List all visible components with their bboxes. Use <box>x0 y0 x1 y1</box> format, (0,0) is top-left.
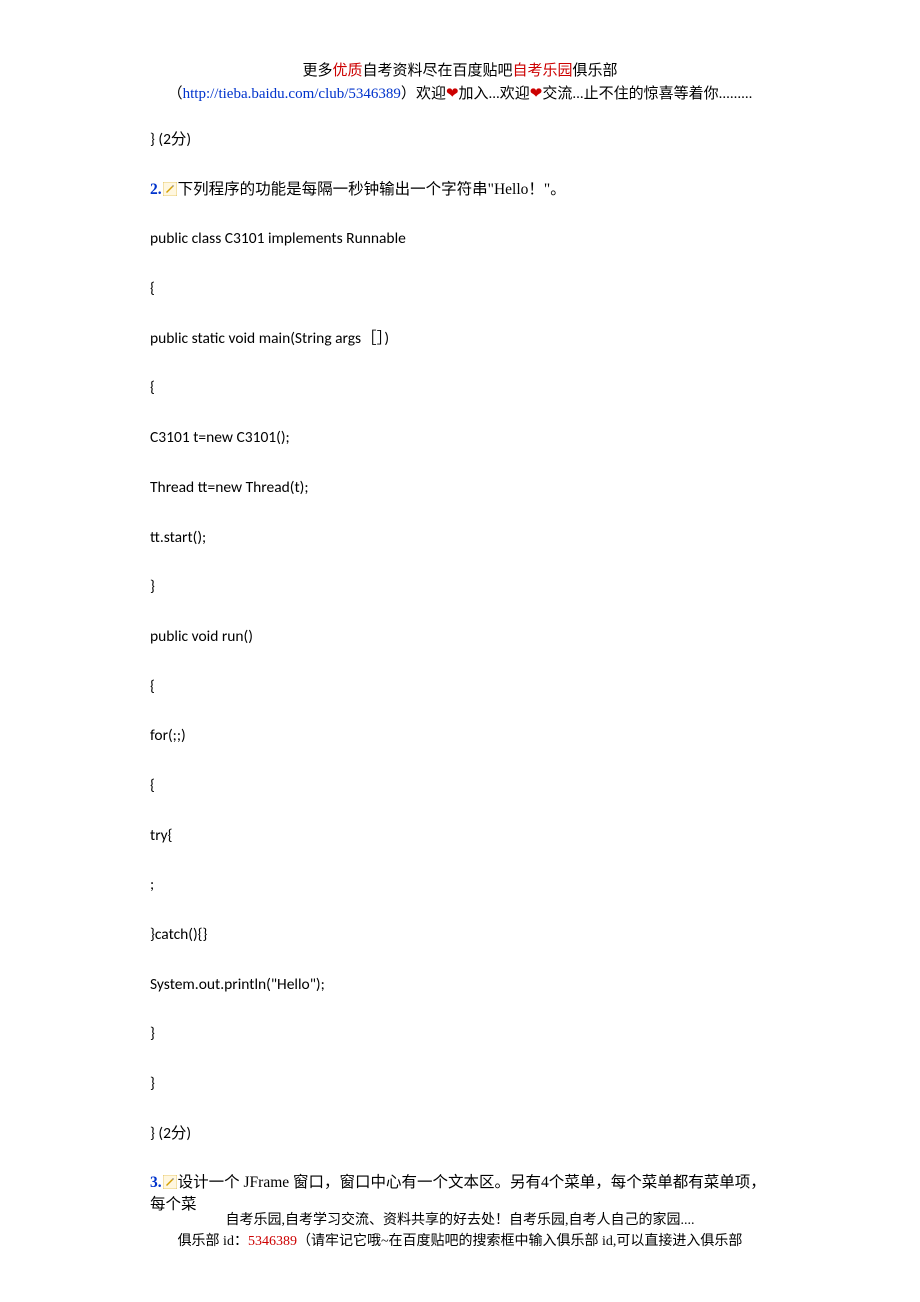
edit-icon <box>163 1174 177 1188</box>
header-text: 交流...止不住的惊喜等着你......... <box>542 86 752 102</box>
question-text: 设计一个 JFrame 窗口，窗口中心有一个文本区。另有4个菜单，每个菜单都有菜… <box>150 1174 766 1213</box>
code-line: for(;;) <box>150 725 770 747</box>
footer-line-1: 自考乐园,自考学习交流、资料共享的好去处！自考乐园,自考人自己的家园.... <box>0 1210 920 1231</box>
header-text: 更多 <box>302 63 332 79</box>
code-line: { <box>150 377 770 399</box>
code-line: } (2分) <box>150 129 770 151</box>
code-line: Thread tt=new Thread(t); <box>150 477 770 499</box>
document-body: } (2分) 2. 下列程序的功能是每隔一秒钟输出一个字符串"Hello！"。 p… <box>150 129 770 1216</box>
edit-icon <box>163 181 177 195</box>
footer-text: 俱乐部 id： <box>178 1234 248 1249</box>
code-line: } <box>150 1023 770 1045</box>
question-number: 2. <box>150 181 162 198</box>
header-text: 俱乐部 <box>573 63 618 79</box>
header-text: 自考资料尽在百度贴吧 <box>362 63 512 79</box>
header-url: http://tieba.baidu.com/club/5346389 <box>183 86 401 102</box>
code-line: { <box>150 775 770 797</box>
code-line: public static void main(String args［］) <box>150 328 770 350</box>
header-text: 加入...欢迎 <box>459 86 530 102</box>
heart-icon: ❤ <box>446 86 459 102</box>
header-line-1: 更多优质自考资料尽在百度贴吧自考乐园俱乐部 <box>150 60 770 83</box>
code-line: { <box>150 676 770 698</box>
code-line: }catch(){} <box>150 924 770 946</box>
code-line: C3101 t=new C3101(); <box>150 427 770 449</box>
heart-icon: ❤ <box>530 86 543 102</box>
code-line: public void run() <box>150 626 770 648</box>
question-text: 下列程序的功能是每隔一秒钟输出一个字符串"Hello！"。 <box>178 181 566 198</box>
footer-club-id: 5346389 <box>248 1234 297 1249</box>
question-number: 3. <box>150 1174 162 1191</box>
question-2: 2. 下列程序的功能是每隔一秒钟输出一个字符串"Hello！"。 <box>150 179 770 201</box>
code-line: } <box>150 576 770 598</box>
page-footer: 自考乐园,自考学习交流、资料共享的好去处！自考乐园,自考人自己的家园.... 俱… <box>0 1210 920 1252</box>
footer-line-2: 俱乐部 id：5346389（请牢记它哦~在百度贴吧的搜索框中输入俱乐部 id,… <box>0 1231 920 1252</box>
code-line: } (2分) <box>150 1123 770 1145</box>
code-line: ; <box>150 874 770 896</box>
header-text: 欢迎 <box>416 86 446 102</box>
footer-text: （请牢记它哦~在百度贴吧的搜索框中输入俱乐部 id,可以直接进入俱乐部 <box>297 1234 742 1249</box>
code-line: { <box>150 278 770 300</box>
code-line: } <box>150 1073 770 1095</box>
code-line: public class C3101 implements Runnable <box>150 228 770 250</box>
code-line: System.out.println("Hello"); <box>150 974 770 996</box>
header-red-1: 优质 <box>332 63 362 79</box>
page-header: 更多优质自考资料尽在百度贴吧自考乐园俱乐部 （http://tieba.baid… <box>150 60 770 105</box>
header-text: ） <box>401 86 416 102</box>
code-line: try{ <box>150 825 770 847</box>
header-red-2: 自考乐园 <box>513 63 573 79</box>
header-line-2: （http://tieba.baidu.com/club/5346389）欢迎❤… <box>150 83 770 106</box>
header-text: （ <box>168 86 183 102</box>
code-line: tt.start(); <box>150 527 770 549</box>
